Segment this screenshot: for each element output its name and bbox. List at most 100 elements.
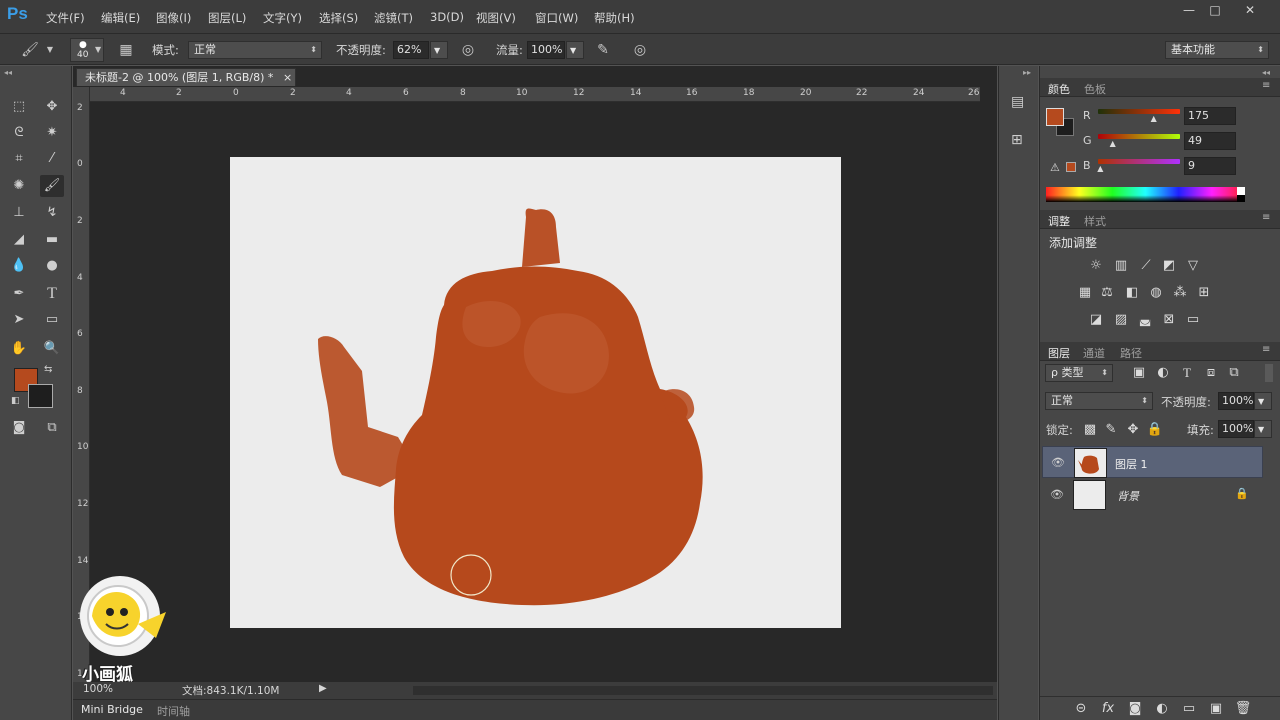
type-tool-icon[interactable]: T bbox=[40, 283, 64, 305]
new-layer-icon[interactable]: ▣ bbox=[1207, 701, 1225, 717]
menu-file[interactable]: 文件(F) bbox=[46, 10, 85, 26]
color-balance-icon[interactable]: ⚖ bbox=[1098, 285, 1116, 301]
zoom-tool-icon[interactable]: 🔍 bbox=[40, 338, 64, 360]
trash-icon[interactable]: 🗑 bbox=[1234, 701, 1252, 717]
visibility-eye-icon[interactable]: 👁 bbox=[1050, 488, 1064, 501]
blend-mode-select[interactable]: 正常 ⬍ bbox=[1045, 392, 1153, 410]
zoom-level[interactable]: 100% bbox=[83, 683, 113, 695]
collapse-arrows-icon[interactable]: ◂◂ bbox=[1262, 68, 1270, 77]
menu-window[interactable]: 窗口(W) bbox=[535, 10, 578, 26]
green-value-field[interactable]: 49 bbox=[1184, 132, 1236, 150]
path-selection-tool-icon[interactable]: ➤ bbox=[7, 309, 31, 331]
opacity-field[interactable]: 62% bbox=[393, 41, 429, 59]
quick-mask-icon[interactable]: ◙ bbox=[7, 417, 31, 439]
crop-tool-icon[interactable]: ⌗ bbox=[7, 148, 31, 170]
brush-tool-preset-icon[interactable]: 🖌 bbox=[20, 40, 40, 60]
tab-channels[interactable]: 通道 bbox=[1083, 345, 1105, 361]
vibrance-icon[interactable]: ▽ bbox=[1184, 258, 1202, 274]
threshold-icon[interactable]: ◛ bbox=[1136, 312, 1154, 328]
filter-shape-icon[interactable]: ⧈ bbox=[1202, 365, 1220, 381]
brightness-contrast-icon[interactable]: ☼ bbox=[1087, 258, 1105, 274]
layer-opacity-slider-toggle[interactable]: ▼ bbox=[1254, 392, 1272, 410]
lock-all-icon[interactable]: 🔒 bbox=[1146, 422, 1164, 438]
add-mask-icon[interactable]: ◙ bbox=[1126, 701, 1144, 717]
opacity-slider-toggle[interactable]: ▼ bbox=[430, 41, 448, 59]
black-white-icon[interactable]: ◧ bbox=[1123, 285, 1141, 301]
default-colors-icon[interactable]: ◧ bbox=[11, 396, 20, 406]
levels-icon[interactable]: ▥ bbox=[1112, 258, 1130, 274]
marquee-tool-icon[interactable]: ⬚ bbox=[7, 96, 31, 118]
menu-filter[interactable]: 滤镜(T) bbox=[374, 10, 413, 26]
pen-tool-icon[interactable]: ✒ bbox=[7, 283, 31, 305]
brush-size-picker[interactable]: ● 40 ▼ bbox=[70, 38, 104, 62]
panel-menu-icon[interactable]: ≡ bbox=[1262, 344, 1270, 355]
dodge-tool-icon[interactable]: ● bbox=[40, 255, 64, 277]
airbrush-icon[interactable]: ✎ bbox=[593, 40, 613, 60]
color-panel-foreground-swatch[interactable] bbox=[1046, 108, 1064, 126]
menu-3d[interactable]: 3D(D) bbox=[430, 10, 464, 24]
properties-panel-icon[interactable]: ⊞ bbox=[1011, 132, 1023, 148]
menu-type[interactable]: 文字(Y) bbox=[263, 10, 302, 26]
green-slider-thumb-icon[interactable]: ▲ bbox=[1110, 139, 1116, 148]
document-canvas[interactable] bbox=[230, 157, 841, 628]
hue-saturation-icon[interactable]: ▦ bbox=[1076, 285, 1094, 301]
blur-tool-icon[interactable]: 💧 bbox=[7, 255, 31, 277]
rectangle-tool-icon[interactable]: ▭ bbox=[40, 309, 64, 331]
layer-row[interactable]: 👁 背景 🔒 bbox=[1042, 479, 1263, 511]
gamut-swatch[interactable] bbox=[1066, 162, 1076, 172]
blue-value-field[interactable]: 9 bbox=[1184, 157, 1236, 175]
tab-color[interactable]: 颜色 bbox=[1048, 81, 1070, 97]
gradient-map-icon[interactable]: ⊠ bbox=[1160, 312, 1178, 328]
document-tab[interactable]: 未标题-2 @ 100% (图层 1, RGB/8) * × bbox=[76, 68, 296, 86]
background-color-swatch[interactable] bbox=[28, 384, 53, 408]
screen-mode-icon[interactable]: ⧉ bbox=[40, 417, 64, 439]
invert-icon[interactable]: ◪ bbox=[1087, 312, 1105, 328]
link-layers-icon[interactable]: ⊝ bbox=[1072, 701, 1090, 717]
history-brush-tool-icon[interactable]: ↯ bbox=[40, 202, 64, 224]
mode-select[interactable]: 正常 ⬍ bbox=[188, 41, 322, 59]
tab-styles[interactable]: 样式 bbox=[1084, 213, 1106, 229]
close-tab-icon[interactable]: × bbox=[283, 69, 292, 86]
filter-toggle-switch[interactable] bbox=[1265, 364, 1273, 382]
brush-tool-icon[interactable]: 🖌 bbox=[40, 175, 64, 197]
tab-paths[interactable]: 路径 bbox=[1120, 345, 1142, 361]
menu-layer[interactable]: 图层(L) bbox=[208, 10, 246, 26]
layer-opacity-field[interactable]: 100% bbox=[1218, 392, 1254, 410]
posterize-icon[interactable]: ▨ bbox=[1112, 312, 1130, 328]
eyedropper-tool-icon[interactable]: ⁄ bbox=[40, 148, 64, 170]
red-slider[interactable] bbox=[1098, 109, 1180, 114]
tab-timeline[interactable]: 时间轴 bbox=[157, 703, 190, 719]
gradient-tool-icon[interactable]: ▬ bbox=[40, 229, 64, 251]
tab-mini-bridge[interactable]: Mini Bridge bbox=[81, 703, 143, 716]
panel-menu-icon[interactable]: ≡ bbox=[1262, 80, 1270, 91]
menu-edit[interactable]: 编辑(E) bbox=[101, 10, 140, 26]
white-swatch[interactable] bbox=[1237, 187, 1245, 195]
blue-slider[interactable] bbox=[1098, 159, 1180, 164]
hand-tool-icon[interactable]: ✋ bbox=[7, 338, 31, 360]
fx-icon[interactable]: fx bbox=[1099, 701, 1117, 717]
layer-row[interactable]: 👁 图层 1 bbox=[1042, 446, 1263, 478]
filter-adjustment-icon[interactable]: ◐ bbox=[1154, 365, 1172, 381]
color-lookup-icon[interactable]: ⊞ bbox=[1195, 285, 1213, 301]
layer-filter-type-select[interactable]: ρ 类型 ⬍ bbox=[1045, 364, 1113, 382]
filter-pixel-icon[interactable]: ▣ bbox=[1130, 365, 1148, 381]
flow-field[interactable]: 100% bbox=[527, 41, 565, 59]
brush-panel-toggle-icon[interactable]: ▦ bbox=[116, 40, 136, 60]
menu-help[interactable]: 帮助(H) bbox=[594, 10, 635, 26]
lasso-tool-icon[interactable]: ᘓ bbox=[7, 122, 31, 144]
minimize-button[interactable]: — bbox=[1177, 2, 1201, 18]
expand-arrows-icon[interactable]: ▸▸ bbox=[1023, 68, 1031, 77]
menu-view[interactable]: 视图(V) bbox=[476, 10, 516, 26]
filter-type-icon[interactable]: T bbox=[1178, 365, 1196, 381]
menu-image[interactable]: 图像(I) bbox=[156, 10, 191, 26]
new-group-icon[interactable]: ▭ bbox=[1180, 701, 1198, 717]
fill-slider-toggle[interactable]: ▼ bbox=[1254, 420, 1272, 438]
swap-colors-icon[interactable]: ⇆ bbox=[44, 364, 52, 375]
chevron-down-icon[interactable]: ▼ bbox=[40, 40, 60, 60]
photo-filter-icon[interactable]: ◍ bbox=[1147, 285, 1165, 301]
workspace-select[interactable]: 基本功能 ⬍ bbox=[1165, 41, 1269, 59]
tab-swatches[interactable]: 色板 bbox=[1084, 81, 1106, 97]
tab-adjustments[interactable]: 调整 bbox=[1048, 213, 1070, 229]
gamut-warning-icon[interactable]: ⚠ bbox=[1050, 161, 1060, 174]
visibility-eye-icon[interactable]: 👁 bbox=[1051, 456, 1065, 469]
